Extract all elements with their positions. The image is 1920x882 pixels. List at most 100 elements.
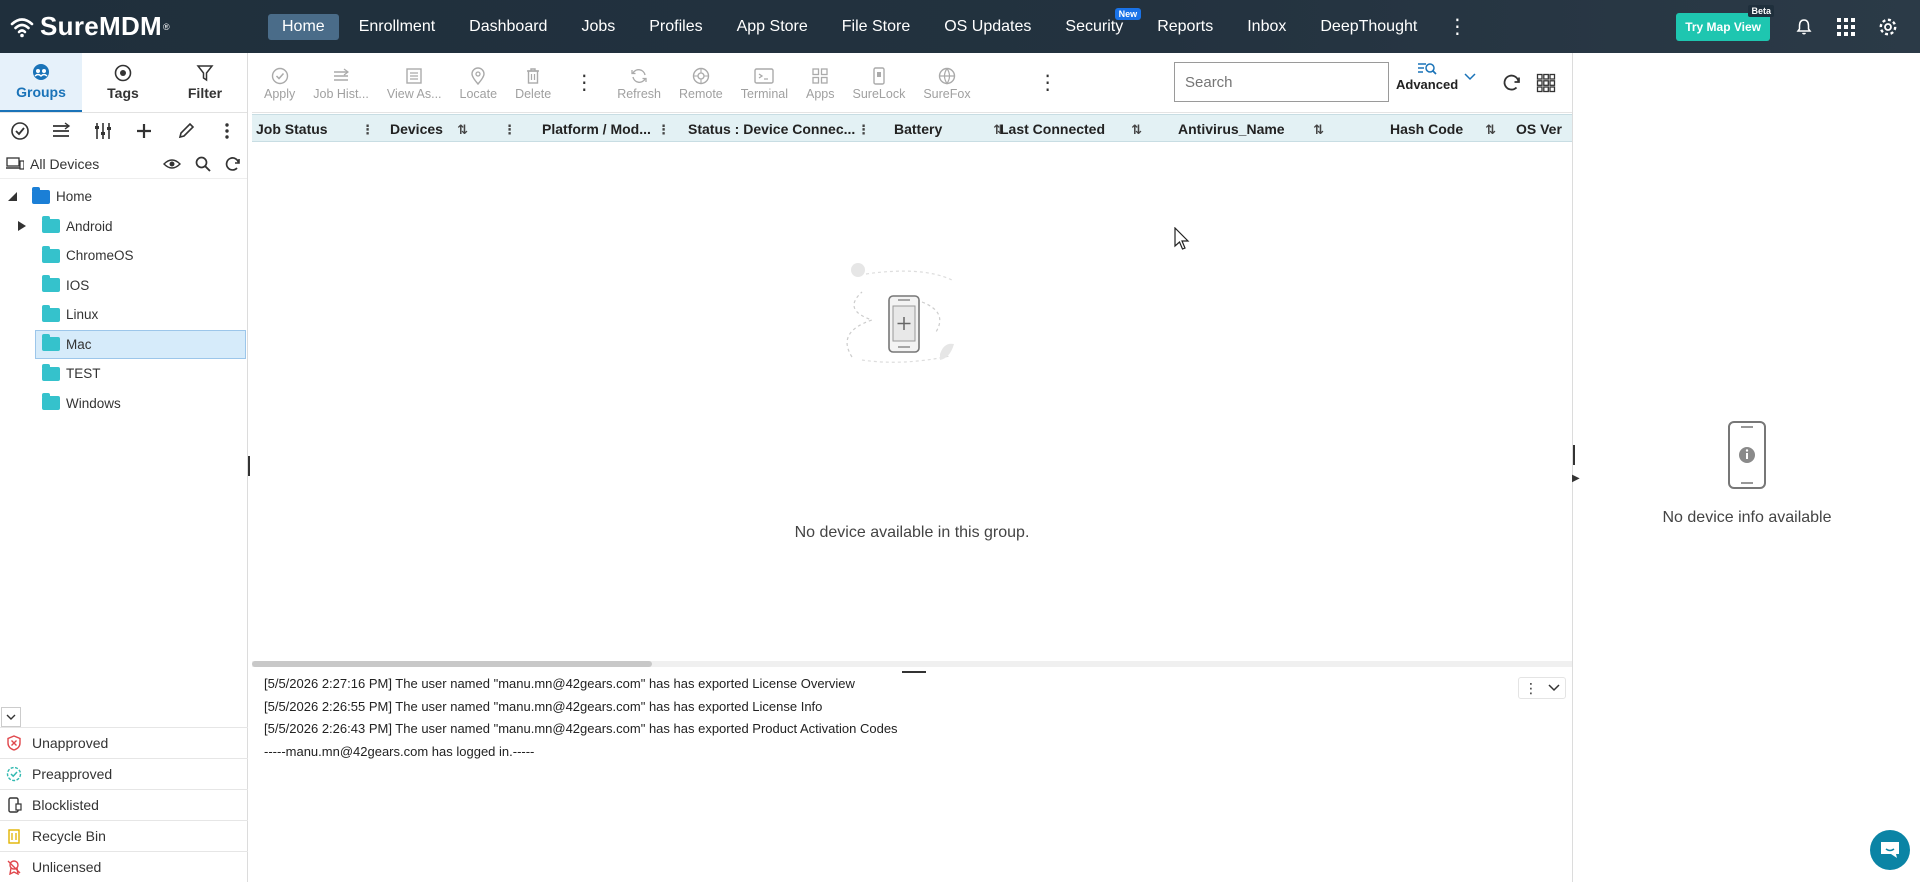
nav-profiles[interactable]: Profiles — [635, 14, 716, 40]
status-recycle-bin[interactable]: Recycle Bin — [0, 820, 248, 851]
locate-button[interactable]: Locate — [451, 65, 507, 101]
grid-refresh-icon[interactable] — [1502, 73, 1522, 93]
left-panel-resizer[interactable] — [248, 456, 250, 476]
devices-icon — [6, 156, 24, 170]
advanced-search-button[interactable]: Advanced — [1396, 61, 1458, 92]
column-battery[interactable]: Battery ⇅ — [890, 115, 1010, 143]
column-menu-icon[interactable]: ⋮ — [361, 122, 374, 138]
tree-item-linux[interactable]: Linux — [0, 300, 247, 330]
column-os-version[interactable]: OS Ver — [1512, 115, 1572, 143]
tab-tags-label: Tags — [107, 85, 139, 101]
column-menu-icon[interactable]: ⋮ — [503, 122, 516, 138]
apps-button[interactable]: Apps — [797, 65, 844, 101]
scrollbar-thumb[interactable] — [252, 661, 652, 667]
apply-label: Apply — [264, 86, 296, 101]
all-devices-row[interactable]: All Devices — [0, 149, 247, 179]
brand-logo[interactable]: SureMDM ® — [0, 11, 268, 42]
nav-jobs[interactable]: Jobs — [567, 14, 629, 40]
try-map-view-button[interactable]: Try Map View Beta — [1676, 4, 1774, 41]
apps-grid-icon[interactable] — [1836, 17, 1856, 37]
nav-reports[interactable]: Reports — [1143, 14, 1227, 40]
nav-app-store[interactable]: App Store — [723, 14, 822, 40]
tab-filter[interactable]: Filter — [164, 53, 246, 112]
horizontal-scrollbar[interactable] — [252, 661, 1572, 667]
surefox-button[interactable]: SureFox — [914, 65, 979, 101]
sort-icon[interactable]: ⇅ — [1313, 122, 1324, 138]
status-blocklisted[interactable]: Blocklisted — [0, 789, 248, 820]
search-icon[interactable] — [195, 156, 211, 172]
nav-more-icon[interactable]: ⋮ — [1447, 14, 1467, 39]
column-grid-icon[interactable] — [1536, 73, 1556, 93]
job-history-button[interactable]: Job Hist... — [304, 65, 378, 101]
column-platform[interactable]: Platform / Mod... ⋮ — [538, 115, 676, 143]
nav-home[interactable]: Home — [268, 13, 339, 40]
tree-item-chromeos[interactable]: ChromeOS — [0, 241, 247, 271]
status-unapproved[interactable]: Unapproved — [0, 727, 248, 758]
view-eye-icon[interactable] — [163, 156, 181, 172]
apply-button[interactable]: Apply — [252, 65, 304, 101]
advanced-dropdown-chevron-icon[interactable] — [1464, 73, 1476, 81]
tree-item-home[interactable]: Home — [0, 182, 247, 212]
delete-button[interactable]: Delete — [506, 65, 560, 101]
tree-item-mac[interactable]: Mac — [35, 329, 246, 359]
column-menu-icon[interactable]: ⋮ — [657, 122, 670, 138]
apps-icon — [812, 67, 828, 84]
log-line: [5/5/2026 2:27:16 PM] The user named "ma… — [264, 676, 855, 691]
column-last-connected[interactable]: Last Connected ⇅ — [996, 115, 1148, 143]
tab-groups[interactable]: Groups — [0, 53, 82, 112]
advanced-search-icon — [1418, 63, 1437, 75]
device-info-panel: ▶ No device info available — [1572, 53, 1920, 882]
column-devices[interactable]: Devices ⇅ ⋮ — [386, 115, 522, 143]
bell-icon[interactable] — [1794, 17, 1814, 37]
tab-tags[interactable]: Tags — [82, 53, 164, 112]
refresh-icon[interactable] — [225, 156, 241, 172]
refresh-device-button[interactable]: Refresh — [608, 65, 670, 101]
log-more-icon[interactable]: ⋮ — [1524, 680, 1538, 697]
column-antivirus-name[interactable]: Antivirus_Name ⇅ — [1174, 115, 1330, 143]
more-vertical-icon[interactable] — [217, 121, 237, 141]
remote-button[interactable]: Remote — [670, 65, 732, 101]
status-preapproved[interactable]: Preapproved — [0, 758, 248, 789]
sliders-icon[interactable] — [93, 121, 113, 141]
list-icon[interactable] — [51, 121, 71, 141]
nav-enrollment[interactable]: Enrollment — [345, 14, 449, 40]
group-tree: Home Android ChromeOS IOS Linux Mac TEST — [0, 179, 247, 418]
column-job-status[interactable]: Job Status ⋮ — [252, 115, 380, 143]
nav-dashboard[interactable]: Dashboard — [455, 14, 561, 40]
view-as-button[interactable]: View As... — [378, 65, 451, 101]
device-search[interactable] — [1174, 62, 1389, 102]
collapsed-caret-icon[interactable] — [16, 221, 28, 232]
nav-file-store[interactable]: File Store — [828, 14, 924, 40]
settings-gear-icon[interactable] — [1878, 17, 1898, 37]
nav-deepthought[interactable]: DeepThought — [1306, 14, 1431, 40]
column-menu-icon[interactable]: ⋮ — [857, 122, 870, 138]
column-device-connection-status[interactable]: Status : Device Connec... ⋮ — [684, 115, 876, 143]
surelock-button[interactable]: SureLock — [844, 65, 915, 101]
sort-icon[interactable]: ⇅ — [457, 122, 468, 138]
search-input[interactable] — [1185, 73, 1388, 91]
edit-pencil-icon[interactable] — [176, 121, 196, 141]
toolbar-more-icon-2[interactable]: ⋮ — [1024, 70, 1072, 95]
sort-icon[interactable]: ⇅ — [1131, 122, 1142, 138]
sort-icon[interactable]: ⇅ — [1485, 122, 1496, 138]
add-icon[interactable] — [134, 121, 154, 141]
check-all-icon[interactable] — [10, 121, 30, 141]
toolbar-more-icon[interactable]: ⋮ — [560, 70, 608, 95]
tree-item-windows[interactable]: Windows — [0, 389, 247, 419]
nav-security[interactable]: Security New — [1051, 7, 1142, 40]
terminal-button[interactable]: Terminal — [732, 65, 797, 101]
tree-item-ios[interactable]: IOS — [0, 271, 247, 301]
tree-item-test[interactable]: TEST — [0, 359, 247, 389]
log-collapse-chevron-icon[interactable] — [1548, 684, 1560, 692]
status-unlicensed[interactable]: Unlicensed — [0, 851, 248, 882]
empty-device-illustration — [846, 263, 954, 363]
nav-inbox[interactable]: Inbox — [1233, 14, 1300, 40]
collapse-chevron-icon[interactable] — [1, 707, 21, 727]
column-label: Antivirus_Name — [1178, 121, 1285, 137]
tree-item-android[interactable]: Android — [0, 212, 247, 242]
nav-os-updates[interactable]: OS Updates — [930, 14, 1045, 40]
chat-support-icon[interactable] — [1870, 830, 1910, 870]
expanded-caret-icon[interactable] — [6, 192, 18, 202]
new-badge: New — [1114, 7, 1142, 20]
column-hash-code[interactable]: Hash Code ⇅ — [1386, 115, 1502, 143]
